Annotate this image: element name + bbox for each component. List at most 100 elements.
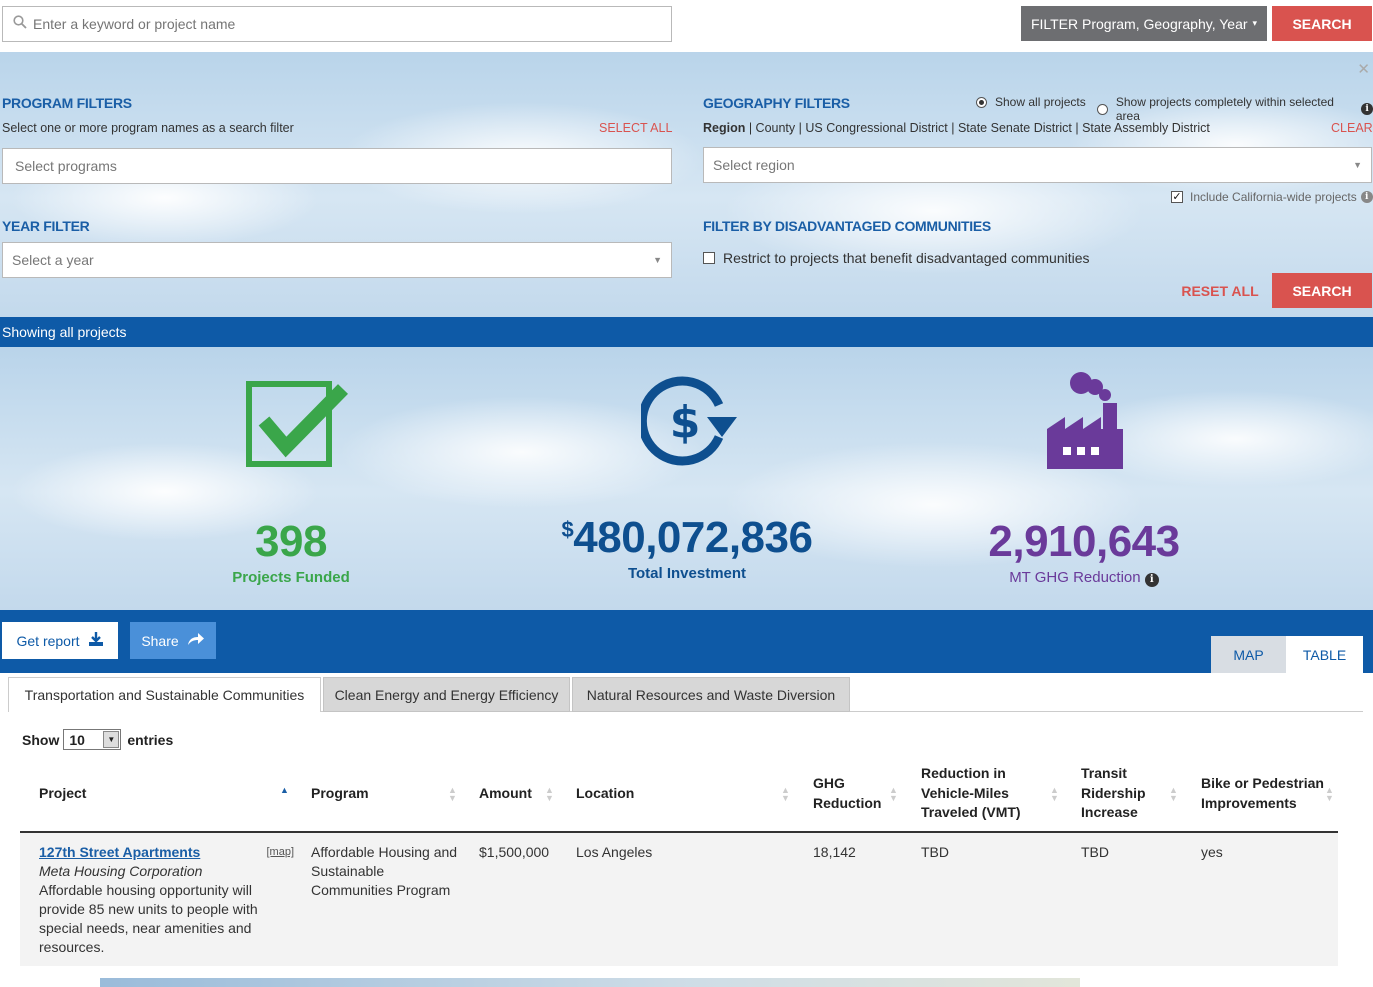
projects-funded-label: Projects Funded [232, 569, 350, 586]
info-icon[interactable]: i [1144, 572, 1159, 587]
column-header-project[interactable]: Project [39, 784, 86, 804]
radio-show-all-label: Show all projects [995, 95, 1086, 109]
sort-icon[interactable]: ▲ ▼ [1325, 786, 1334, 803]
sort-icon[interactable]: ▲ ▼ [1169, 786, 1178, 803]
sort-icon[interactable]: ▲ ▼ [448, 786, 457, 803]
category-tab-clean-energy[interactable]: Clean Energy and Energy Efficiency [323, 677, 570, 712]
include-ca-wide-checkbox[interactable]: ✓ Include California-wide projects i [1171, 190, 1373, 204]
get-report-button[interactable]: Get report [2, 622, 118, 659]
share-button[interactable]: Share [130, 622, 216, 659]
dac-restrict-checkbox[interactable]: Restrict to projects that benefit disadv… [703, 250, 1090, 266]
radio-selected-icon [976, 96, 987, 108]
project-name-link[interactable]: 127th Street Apartments [39, 843, 200, 862]
actions-bar: Get report Share MAP TABLE [0, 610, 1373, 673]
program-filters-hint: Select one or more program names as a se… [2, 121, 294, 135]
programs-select[interactable]: Select programs [2, 148, 672, 184]
column-header-bike[interactable]: Bike or Pedestrian Improvements [1201, 774, 1324, 813]
top-search-button[interactable]: SEARCH [1272, 6, 1372, 41]
geography-level-region[interactable]: Region [703, 121, 745, 135]
get-report-label: Get report [16, 632, 80, 649]
share-label: Share [141, 632, 179, 649]
transit-header-line3: Increase [1081, 804, 1138, 820]
location-cell: Los Angeles [576, 844, 653, 860]
geography-levels-rest[interactable]: | County | US Congressional District | S… [745, 121, 1210, 135]
radio-show-all[interactable]: Show all projects [976, 95, 1086, 109]
sort-icon[interactable]: ▲ ▼ [889, 786, 898, 803]
factory-icon [1045, 369, 1127, 478]
dac-restrict-label: Restrict to projects that benefit disadv… [723, 250, 1090, 266]
amount-cell: $1,500,000 [479, 844, 550, 860]
include-ca-wide-label: Include California-wide projects [1190, 190, 1357, 204]
sort-icon[interactable]: ▲ ▼ [545, 786, 554, 803]
vmt-cell: TBD [921, 844, 949, 860]
sort-icon[interactable]: ▲ ▼ [781, 786, 790, 803]
programs-select-placeholder: Select programs [15, 158, 117, 174]
project-organization: Meta Housing Corporation [39, 863, 203, 879]
bike-header-line2: Improvements [1201, 794, 1297, 811]
entries-suffix: entries [127, 731, 174, 748]
tab-table[interactable]: TABLE [1286, 636, 1363, 673]
info-icon[interactable]: i [1361, 103, 1373, 115]
svg-text:$: $ [670, 397, 701, 448]
column-header-amount[interactable]: Amount [479, 784, 532, 804]
caret-down-icon: ▾ [1252, 18, 1258, 28]
keyword-search-input[interactable] [33, 16, 633, 32]
category-tab-natural-resources[interactable]: Natural Resources and Waste Diversion [572, 677, 850, 712]
results-table-section: Transportation and Sustainable Communiti… [0, 673, 1373, 987]
transit-cell: TBD [1081, 844, 1109, 860]
radio-unselected-icon [1097, 103, 1108, 115]
close-icon[interactable]: ✕ [1357, 60, 1370, 78]
table-row[interactable]: 127th Street Apartments [map] Meta Housi… [20, 833, 1338, 966]
filter-toggle-button[interactable]: FILTER Program, Geography, Year ▾ [1021, 6, 1267, 41]
geography-levels: Region | County | US Congressional Distr… [703, 121, 1210, 135]
projects-funded-stat: 398 Projects Funded [191, 517, 391, 586]
region-select[interactable]: Select region ▼ [703, 147, 1372, 183]
filters-panel: ✕ PROGRAM FILTERS Select one or more pro… [0, 52, 1373, 317]
keyword-search-field[interactable] [2, 6, 672, 42]
show-label: Show [22, 731, 60, 748]
stats-panel: 398 Projects Funded $ $480,072,836 Total… [0, 347, 1373, 610]
top-search-bar: FILTER Program, Geography, Year ▾ SEARCH [0, 0, 1373, 52]
year-select[interactable]: Select a year ▼ [2, 242, 672, 278]
bike-header-line1: Bike or Pedestrian [1201, 775, 1324, 791]
caret-down-icon: ▼ [653, 255, 662, 265]
filter-search-button[interactable]: SEARCH [1272, 273, 1372, 308]
checkbox-check-icon [246, 381, 348, 474]
sort-asc-icon[interactable]: ▲ [280, 786, 289, 795]
column-header-program[interactable]: Program [311, 784, 369, 804]
results-status-bar: Showing all projects [0, 317, 1373, 347]
projects-funded-value: 398 [255, 517, 327, 566]
vmt-header-line3: Traveled (VMT) [921, 804, 1021, 820]
ghg-cell: 18,142 [813, 844, 856, 860]
category-tab-transportation[interactable]: Transportation and Sustainable Communiti… [8, 677, 321, 712]
sort-icon[interactable]: ▲ ▼ [1050, 786, 1059, 803]
project-description-line: special needs, near amenities and [39, 920, 252, 936]
radio-show-within-label: Show projects completely within selected… [1115, 95, 1334, 123]
transit-header-line2: Ridership [1081, 784, 1146, 801]
entries-select[interactable]: 10 ▼ [63, 729, 122, 750]
program-line: Affordable Housing and [311, 844, 458, 860]
year-select-placeholder: Select a year [12, 252, 94, 268]
caret-down-icon: ▼ [103, 731, 120, 748]
total-investment-label: Total Investment [627, 565, 747, 582]
vmt-header-line2: Vehicle-Miles [921, 784, 1009, 801]
vmt-header-line1: Reduction in [921, 765, 1006, 781]
download-icon [88, 631, 104, 650]
project-description-line: provide 85 new units to people with [39, 901, 258, 917]
tab-map[interactable]: MAP [1211, 636, 1286, 673]
column-header-transit[interactable]: Transit Ridership Increase [1081, 764, 1146, 823]
filter-toggle-label: FILTER Program, Geography, Year [1030, 15, 1248, 32]
column-header-vmt[interactable]: Reduction in Vehicle-Miles Traveled (VMT… [921, 764, 1021, 823]
radio-show-within[interactable]: Show projects completely within selected… [1097, 95, 1373, 123]
select-all-link[interactable]: SELECT ALL [599, 121, 672, 135]
total-investment-stat: $480,072,836 Total Investment [537, 513, 837, 582]
column-header-location[interactable]: Location [576, 784, 634, 804]
show-entries-control: Show 10 ▼ entries [22, 729, 173, 750]
reset-all-button[interactable]: RESET ALL [1180, 274, 1260, 308]
info-icon[interactable]: i [1360, 191, 1373, 203]
clear-geography-link[interactable]: CLEAR [1331, 121, 1373, 135]
column-header-ghg[interactable]: GHG Reduction [813, 774, 881, 813]
project-map-link[interactable]: [map] [266, 843, 294, 862]
entries-value: 10 [69, 731, 85, 748]
transit-header-line1: Transit [1081, 765, 1127, 781]
